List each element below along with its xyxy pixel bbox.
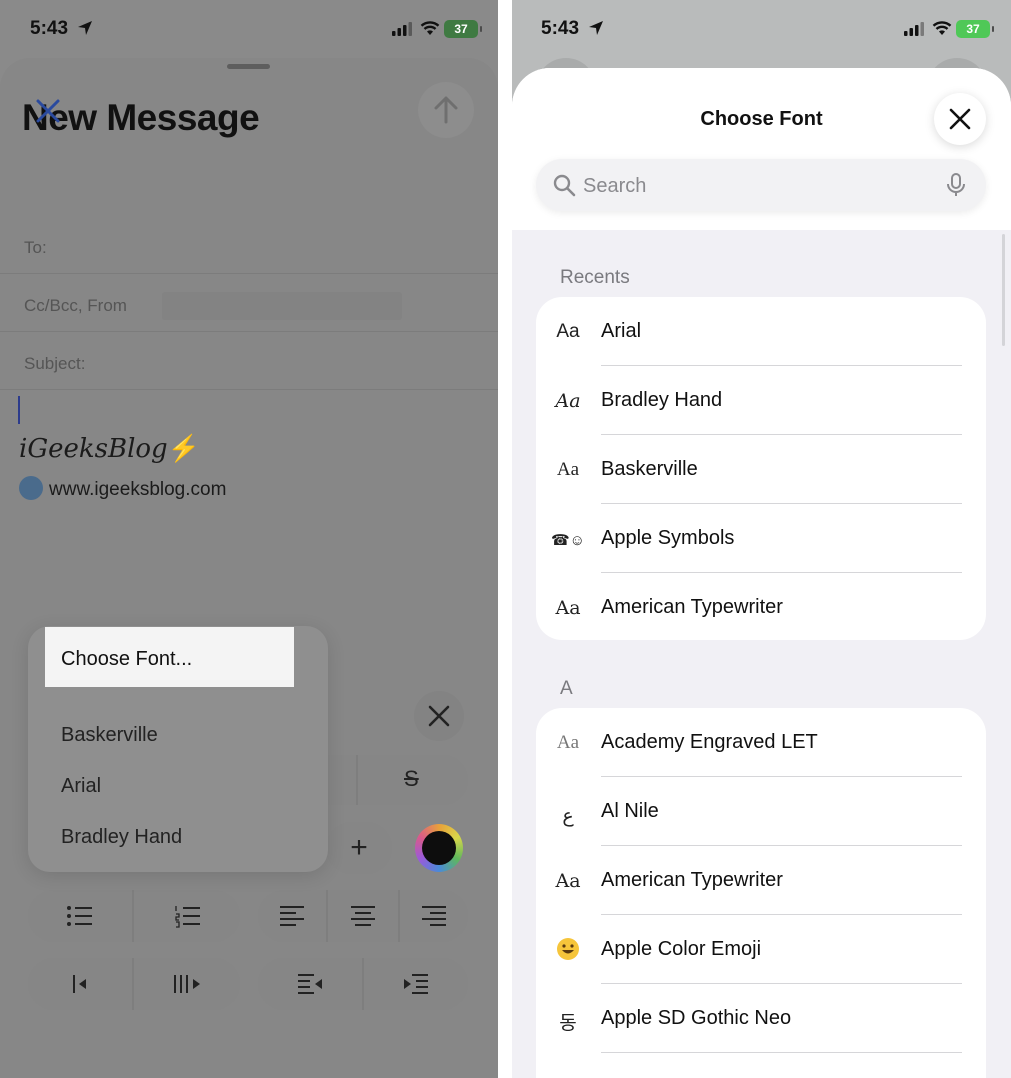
- location-arrow-icon: [589, 21, 603, 35]
- search-placeholder: Search: [583, 175, 647, 197]
- font-row[interactable]: Aa Baskerville: [536, 435, 986, 504]
- emoji-face-icon: [557, 938, 579, 960]
- signature-brand: iGeeksBlog: [19, 434, 168, 464]
- status-time: 5:43: [541, 18, 580, 39]
- close-button[interactable]: [934, 93, 986, 145]
- close-icon[interactable]: [32, 95, 64, 127]
- bolt-icon: ⚡: [167, 434, 201, 464]
- close-format-button[interactable]: [414, 691, 464, 741]
- font-row[interactable]: Aa Arial: [536, 297, 986, 366]
- strikethrough-glyph: S: [404, 766, 419, 791]
- font-menu-item[interactable]: Bradley Hand: [61, 826, 182, 849]
- to-field[interactable]: To:: [0, 216, 498, 274]
- arrow-up-icon: [434, 96, 458, 124]
- font-preview: Aa: [556, 321, 580, 342]
- font-menu-item[interactable]: Baskerville: [61, 724, 158, 747]
- right-screen: 5:43 37 Choose Font Search Recents Aa Ari…: [512, 0, 1011, 1078]
- close-icon: [428, 705, 450, 727]
- font-name: Al Nile: [601, 800, 659, 822]
- outdent-icon[interactable]: [296, 972, 324, 996]
- outdent-group: [258, 958, 468, 1010]
- close-icon: [949, 108, 971, 130]
- increase-level-icon[interactable]: [172, 972, 202, 996]
- font-menu-item[interactable]: Arial: [61, 775, 101, 798]
- search-field[interactable]: Search: [536, 159, 986, 211]
- cellular-signal-icon: [904, 22, 924, 36]
- font-preview: ☎☺: [551, 532, 585, 549]
- align-left-icon[interactable]: [278, 904, 306, 928]
- section-a-group: Aa Academy Engraved LET ع Al Nile Aa Americ…: [536, 708, 986, 1078]
- decrease-level-icon[interactable]: [70, 972, 92, 996]
- redacted-from-address: [162, 292, 402, 320]
- battery-indicator: 37: [444, 20, 482, 38]
- subject-field[interactable]: Subject:: [0, 332, 498, 390]
- font-row[interactable]: Aa Bradley Hand: [536, 366, 986, 435]
- signature-website[interactable]: www.igeeksblog.com: [19, 476, 226, 501]
- font-name: Arial: [601, 320, 642, 342]
- font-preview: Aa: [555, 597, 581, 619]
- font-row[interactable]: Aa Academy Engraved LET: [536, 708, 986, 777]
- font-preview: 동: [559, 1013, 577, 1034]
- font-row[interactable]: Aa American Typewriter: [536, 573, 986, 640]
- font-row[interactable]: ع Al Nile: [536, 777, 986, 846]
- numbered-list-icon[interactable]: [174, 904, 202, 928]
- font-name: Apple Color Emoji: [601, 938, 762, 960]
- battery-indicator: 37: [956, 20, 994, 38]
- choose-font-menu-item[interactable]: Choose Font...: [45, 627, 294, 687]
- status-bar: 5:43 37: [0, 0, 498, 58]
- microphone-icon[interactable]: [944, 172, 968, 198]
- status-bar: 5:43 37: [512, 0, 1011, 58]
- font-preview: Aa: [556, 732, 580, 753]
- font-row[interactable]: 동 Apple SD Gothic Neo: [536, 984, 986, 1053]
- add-button[interactable]: +: [326, 822, 392, 874]
- font-name: Bradley Hand: [601, 389, 723, 411]
- wifi-icon: [420, 21, 440, 35]
- globe-icon: [19, 476, 43, 500]
- text-caret: [18, 396, 20, 424]
- recents-header: Recents: [560, 267, 630, 288]
- strikethrough-button[interactable]: S: [360, 755, 468, 805]
- font-preview: Aa: [555, 390, 581, 412]
- font-preview: Aa: [555, 870, 581, 892]
- indent-group: [28, 958, 240, 1010]
- font-name: Baskerville: [601, 458, 698, 480]
- font-name: Apple Symbols: [601, 527, 735, 549]
- cc-bcc-label: Cc/Bcc, From: [24, 296, 127, 315]
- color-picker-button[interactable]: [415, 824, 463, 872]
- signature-logo: iGeeksBlog⚡: [19, 434, 200, 464]
- cellular-signal-icon: [392, 22, 412, 36]
- search-icon: [553, 174, 576, 197]
- recents-group: Aa Arial Aa Bradley Hand Aa Baskerville ☎☺ A…: [536, 297, 986, 640]
- font-name: Apple SD Gothic Neo: [601, 1007, 792, 1029]
- sheet-grabber[interactable]: [227, 64, 270, 69]
- font-name: Academy Engraved LET: [601, 731, 818, 753]
- font-row[interactable]: ☎☺ Apple Symbols: [536, 504, 986, 573]
- section-a-header: A: [560, 678, 573, 699]
- font-name: American Typewriter: [601, 869, 783, 891]
- font-name: American Typewriter: [601, 596, 783, 618]
- font-row[interactable]: Aa American Typewriter: [536, 846, 986, 915]
- font-preview: ع: [562, 806, 574, 827]
- subject-label: Subject:: [24, 354, 86, 373]
- indent-icon[interactable]: [402, 972, 430, 996]
- scroll-indicator[interactable]: [1002, 234, 1005, 346]
- left-screen: 5:43 37 New Message To: Cc/Bcc, From Sub…: [0, 0, 498, 1078]
- wifi-icon: [932, 21, 952, 35]
- align-right-icon[interactable]: [420, 904, 448, 928]
- choose-font-label: Choose Font...: [61, 648, 193, 670]
- send-button[interactable]: [418, 82, 474, 138]
- font-preview: Aa: [556, 459, 580, 480]
- bulleted-list-icon[interactable]: [66, 904, 94, 928]
- align-center-icon[interactable]: [349, 904, 377, 928]
- location-arrow-icon: [78, 21, 92, 35]
- signature-url: www.igeeksblog.com: [49, 479, 227, 500]
- to-label: To:: [24, 238, 47, 257]
- status-time: 5:43: [30, 18, 69, 39]
- font-row[interactable]: 😀 Apple Color Emoji: [536, 915, 986, 984]
- list-style-group: [28, 890, 240, 942]
